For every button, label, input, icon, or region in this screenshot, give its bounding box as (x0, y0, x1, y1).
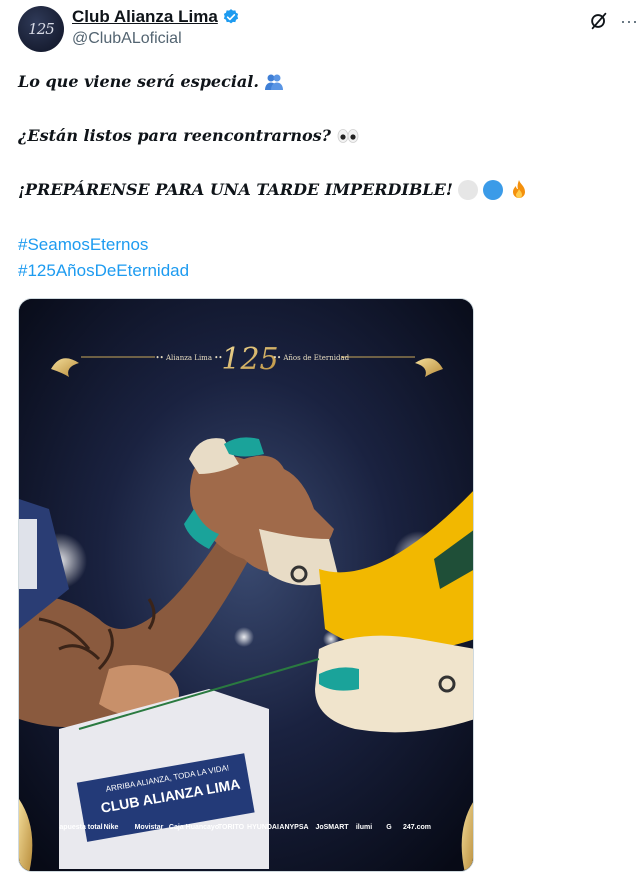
hashtag-link[interactable]: #125AñosDeEternidad (18, 258, 618, 284)
media-image[interactable]: •• Alianza Lima •• 125 •• Años de Eterni… (18, 298, 474, 872)
sponsor-logo: G (386, 824, 392, 831)
hashtag-block: #SeamosEternos #125AñosDeEternidad (18, 232, 618, 284)
more-icon[interactable]: ··· (620, 12, 638, 30)
sponsor-logo: HYUNDAI (247, 824, 279, 831)
sponsor-logo: ANYPSA (279, 824, 308, 831)
handle[interactable]: @ClubALoficial (72, 30, 240, 48)
avatar[interactable]: 125 (18, 6, 64, 52)
top-actions: ··· (588, 10, 638, 32)
lower-glove (315, 635, 473, 733)
sponsor-logo: Movistar (135, 824, 164, 831)
fire-icon (512, 180, 525, 198)
sponsor-logo: ilumi (356, 824, 372, 831)
stadium-light (234, 627, 254, 647)
tweet-text: Lo que viene será especial. ¿Están listo… (18, 70, 618, 284)
tweet-line-1: Lo que viene será especial. (18, 72, 259, 91)
display-name[interactable]: Club Alianza Lima (72, 7, 218, 27)
account-names: Club Alianza Lima @ClubALoficial (72, 7, 240, 48)
sponsor-logo: JoSMART (315, 824, 349, 831)
people-hugging-icon (264, 74, 283, 90)
tweet-line-2: ¿Están listos para reencontrarnos? (18, 126, 332, 145)
banner-left-text: •• Alianza Lima •• (156, 354, 223, 362)
hashtag-link[interactable]: #SeamosEternos (18, 232, 618, 258)
eyes-icon (337, 129, 359, 143)
tweet-line: ¿Están listos para reencontrarnos? (18, 124, 618, 148)
sponsor-logo: Caja Huancayo (169, 824, 219, 831)
sponsor-logo: apuesta total (59, 824, 102, 831)
white-circle-icon (457, 180, 478, 200)
sponsor-logo: Nike (104, 824, 119, 831)
tweet-line: ¡PREPÁRENSE PARA UNA TARDE IMPERDIBLE! (18, 178, 618, 202)
tweet-header: 125 Club Alianza Lima @ClubALoficial ··· (18, 6, 638, 56)
poster-artwork: •• Alianza Lima •• 125 •• Años de Eterni… (19, 299, 473, 871)
blue-circle-icon (482, 180, 503, 200)
tweet-line-3: ¡PREPÁRENSE PARA UNA TARDE IMPERDIBLE! (18, 180, 453, 199)
avatar-logo-text: 125 (28, 20, 55, 38)
verified-badge-icon (223, 9, 238, 24)
display-name-row: Club Alianza Lima (72, 7, 240, 27)
sponsor-logo: 247.com (403, 824, 431, 831)
tweet-line: Lo que viene será especial. (18, 70, 618, 94)
banner-number: 125 (221, 342, 278, 377)
sponsor-logo: TORITO (218, 824, 245, 831)
banner-right-text: •• Años de Eternidad (273, 354, 350, 362)
grok-icon[interactable] (588, 10, 610, 32)
